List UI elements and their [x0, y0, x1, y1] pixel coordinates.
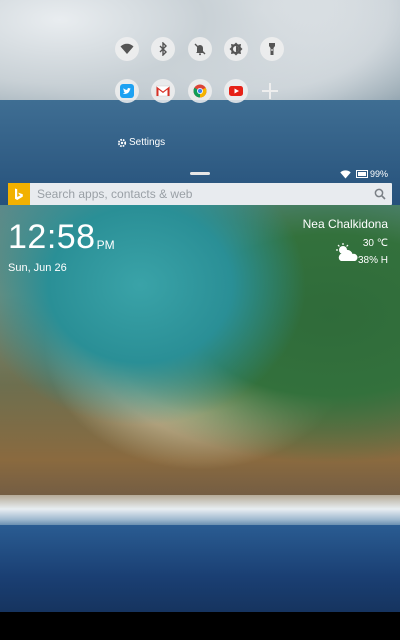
- chrome-shortcut[interactable]: [188, 79, 212, 103]
- clock-time: 12:58: [8, 218, 96, 256]
- settings-label: Settings: [129, 137, 166, 148]
- gmail-icon: [156, 85, 170, 97]
- do-not-disturb-bell-icon: [194, 43, 206, 56]
- clock-date: Sun, Jun 26: [8, 262, 67, 274]
- weather-temperature: 30 ℃: [362, 238, 388, 249]
- wifi-toggle[interactable]: [115, 37, 139, 61]
- auto-brightness-icon: [229, 42, 243, 56]
- weather-humidity: 38% H: [357, 255, 388, 266]
- battery-percent: 99%: [370, 169, 389, 179]
- search-input[interactable]: Search apps, contacts & web: [37, 187, 374, 201]
- twitter-shortcut[interactable]: [115, 79, 139, 103]
- battery-icon: [356, 170, 368, 178]
- weather-city[interactable]: Nea Chalkidona: [303, 217, 388, 231]
- youtube-icon: [229, 86, 243, 96]
- status-bar: 99%: [340, 169, 388, 179]
- bing-glyph: [15, 188, 23, 200]
- battery-indicator: 99%: [356, 169, 388, 179]
- clock-ampm: PM: [96, 238, 115, 252]
- search-bar[interactable]: Search apps, contacts & web: [8, 183, 392, 205]
- bing-logo-icon[interactable]: [8, 183, 30, 205]
- navigation-bar: [0, 612, 400, 640]
- wifi-icon: [120, 43, 134, 54]
- youtube-shortcut[interactable]: [224, 79, 248, 103]
- wifi-signal-icon: [340, 169, 351, 178]
- flashlight-icon: [269, 43, 275, 55]
- clock-widget[interactable]: 12:58 PM: [8, 220, 115, 254]
- wallpaper-ocean: [0, 525, 400, 612]
- bluetooth-icon: [159, 42, 167, 56]
- bluetooth-toggle[interactable]: [151, 37, 175, 61]
- flashlight-toggle[interactable]: [260, 37, 284, 61]
- chrome-icon: [193, 84, 207, 98]
- auto-brightness-toggle[interactable]: [224, 37, 248, 61]
- twitter-icon: [120, 84, 134, 98]
- settings-link[interactable]: Settings: [117, 137, 165, 148]
- search-icon[interactable]: [374, 188, 386, 200]
- drag-handle[interactable]: [190, 172, 210, 175]
- partly-cloudy-icon: [336, 243, 358, 261]
- gear-icon: [117, 138, 127, 147]
- gmail-shortcut[interactable]: [151, 79, 175, 103]
- add-icon: [262, 83, 278, 99]
- add-shortcut-button[interactable]: [258, 79, 282, 103]
- do-not-disturb-toggle[interactable]: [188, 37, 212, 61]
- quick-settings-panel: Settings: [0, 0, 400, 165]
